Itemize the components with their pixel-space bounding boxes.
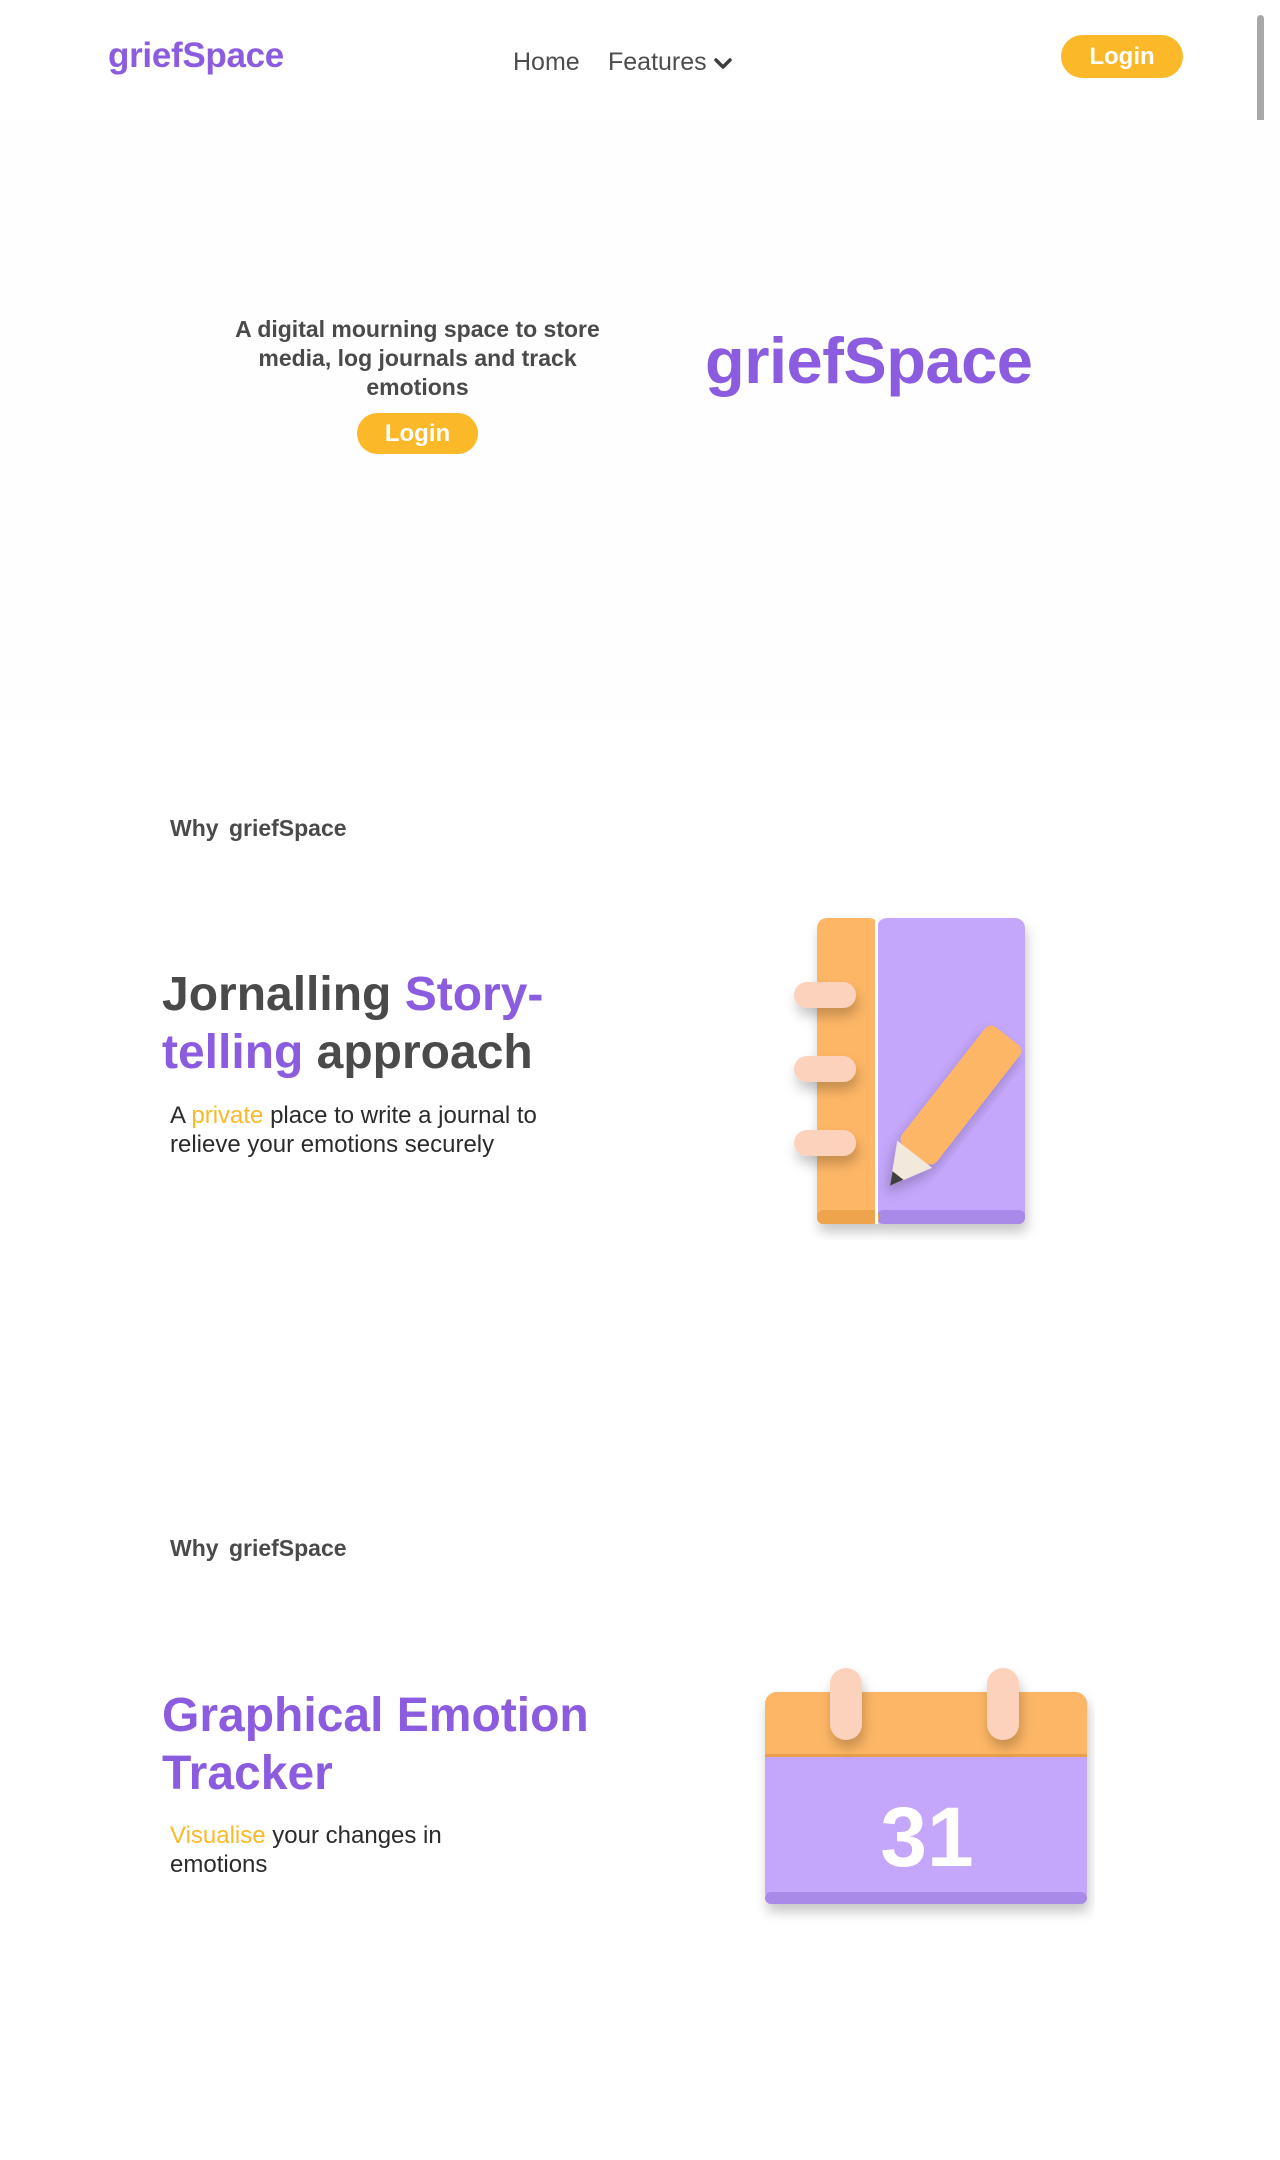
desc-highlight: Visualise	[170, 1822, 266, 1849]
page: griefSpace Home Features Login A digital…	[0, 0, 1280, 2160]
why-prefix: Why	[170, 1535, 219, 1561]
feature-title: Jornalling Story-telling approach	[162, 966, 592, 1082]
nav-home-link[interactable]: Home	[513, 48, 580, 77]
feature-title: Graphical Emotion Tracker	[162, 1689, 589, 1800]
nav-login-button[interactable]: Login	[1061, 35, 1183, 78]
feature-title-part: Jornalling	[162, 968, 405, 1021]
brand-logo[interactable]: griefSpace	[108, 36, 284, 76]
desc-highlight: private	[191, 1102, 264, 1129]
calendar-day-number: 31	[880, 1790, 973, 1884]
desc-prefix: A	[170, 1102, 192, 1129]
why-brand: griefSpace	[228, 1535, 347, 1561]
feature-description: Visualise your changes in emotions	[170, 1821, 510, 1879]
why-heading: Why griefSpace	[170, 815, 347, 842]
nav-features-dropdown[interactable]: Features	[608, 48, 733, 77]
hero-section: A digital mourning space to store media,…	[0, 120, 1280, 720]
hero-login-button[interactable]: Login	[357, 413, 478, 454]
calendar-icon: 31	[765, 1668, 1087, 1904]
journal-pencil-icon	[794, 918, 1025, 1224]
hero-tagline: A digital mourning space to store media,…	[235, 316, 600, 400]
navbar: griefSpace Home Features Login	[0, 0, 1280, 120]
hero-title: griefSpace	[705, 324, 1033, 397]
why-prefix: Why	[170, 815, 219, 841]
chevron-down-icon	[713, 57, 732, 69]
scrollbar[interactable]	[1257, 15, 1264, 128]
why-heading: Why griefSpace	[170, 1535, 347, 1562]
nav-features-label: Features	[608, 48, 707, 76]
why-brand: griefSpace	[228, 815, 347, 841]
feature-title-part: approach	[303, 1026, 533, 1079]
feature-description: A private place to write a journal to re…	[170, 1101, 590, 1159]
